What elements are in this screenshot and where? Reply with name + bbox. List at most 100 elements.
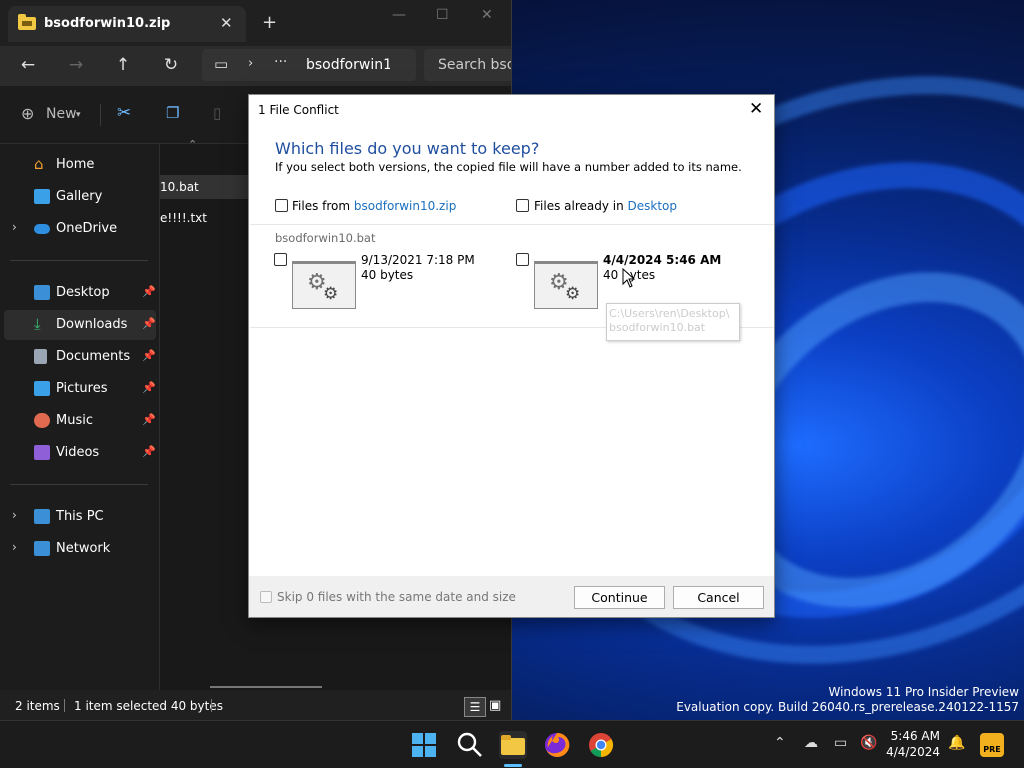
cancel-button[interactable]: Cancel bbox=[673, 586, 764, 609]
sidebar-item-videos[interactable]: Videos 📌 bbox=[4, 438, 156, 468]
pin-icon[interactable]: 📌 bbox=[142, 445, 156, 458]
destination-file-thumbnail[interactable]: ⚙ ⚙ bbox=[534, 261, 598, 309]
files-already-checkbox[interactable] bbox=[516, 199, 529, 212]
network-icon[interactable]: ▭ bbox=[834, 735, 847, 751]
sidebar-item-this-pc[interactable]: › This PC bbox=[4, 502, 156, 532]
search-box[interactable]: Search bsod bbox=[424, 49, 511, 81]
source-file-date: 9/13/2021 7:18 PM bbox=[361, 253, 475, 267]
dialog-close-icon[interactable]: ✕ bbox=[749, 99, 763, 119]
cut-icon[interactable]: ✂ bbox=[117, 103, 131, 123]
navigation-pane: ⌂ Home Gallery › OneDrive Desktop 📌 ⤓ Do… bbox=[0, 144, 160, 690]
list-item[interactable]: 10.bat bbox=[160, 175, 248, 199]
source-link[interactable]: bsodforwin10.zip bbox=[354, 199, 456, 213]
firefox-icon[interactable] bbox=[543, 731, 571, 759]
chevron-right-icon[interactable]: › bbox=[12, 508, 17, 522]
sidebar-item-label: Downloads bbox=[56, 317, 128, 332]
notification-bell-icon[interactable]: 🔔 bbox=[948, 735, 965, 751]
sidebar-item-label: Videos bbox=[56, 445, 100, 460]
divider bbox=[10, 260, 148, 261]
minimize-button[interactable]: — bbox=[392, 7, 406, 23]
address-text: bsodforwin10 bbox=[306, 57, 390, 73]
details-view-icon[interactable]: ☰ bbox=[464, 697, 486, 717]
sidebar-item-pictures[interactable]: Pictures 📌 bbox=[4, 374, 156, 404]
chevron-down-icon[interactable]: ▾ bbox=[76, 110, 81, 120]
sidebar-item-music[interactable]: Music 📌 bbox=[4, 406, 156, 436]
keep-destination-checkbox[interactable] bbox=[516, 253, 529, 266]
insider-preview-badge-icon[interactable]: PRE bbox=[980, 733, 1004, 757]
file-conflict-dialog: 1 File Conflict ✕ Which files do you wan… bbox=[248, 94, 775, 618]
dialog-title: 1 File Conflict bbox=[258, 103, 339, 117]
gear-icon: ⚙ bbox=[565, 284, 581, 304]
new-button[interactable]: New bbox=[46, 106, 77, 122]
forward-arrow-icon[interactable]: → bbox=[65, 55, 87, 75]
sidebar-item-documents[interactable]: Documents 📌 bbox=[4, 342, 156, 372]
chevron-right-icon[interactable]: › bbox=[12, 220, 17, 234]
files-from-label: Files from bsodforwin10.zip bbox=[292, 199, 457, 213]
paste-icon[interactable]: ▯ bbox=[213, 104, 221, 122]
skip-same-checkbox[interactable] bbox=[260, 591, 272, 603]
videos-icon bbox=[34, 445, 50, 460]
pin-icon[interactable]: 📌 bbox=[142, 413, 156, 426]
sidebar-item-downloads[interactable]: ⤓ Downloads 📌 bbox=[4, 310, 156, 340]
show-hidden-icons-chevron-icon[interactable]: ⌃ bbox=[774, 735, 786, 751]
sidebar-item-home[interactable]: ⌂ Home bbox=[4, 150, 156, 180]
continue-button[interactable]: Continue bbox=[574, 586, 665, 609]
windows-start-icon[interactable] bbox=[412, 733, 436, 757]
up-arrow-icon[interactable]: ↑ bbox=[112, 55, 134, 75]
system-clock[interactable]: 5:46 AM 4/4/2024 bbox=[878, 728, 940, 760]
new-tab-button[interactable]: + bbox=[262, 12, 277, 33]
tab-title: bsodforwin10.zip bbox=[44, 16, 171, 31]
pin-icon[interactable]: 📌 bbox=[142, 381, 156, 394]
pin-icon[interactable]: 📌 bbox=[142, 317, 156, 330]
source-file-thumbnail[interactable]: ⚙ ⚙ bbox=[292, 261, 356, 309]
destination-link[interactable]: Desktop bbox=[628, 199, 678, 213]
taskbar: ⌃ ☁ ▭ 🔇 5:46 AM 4/4/2024 🔔 PRE bbox=[0, 720, 1024, 768]
network-icon bbox=[34, 541, 50, 556]
sidebar-item-gallery[interactable]: Gallery bbox=[4, 182, 156, 212]
download-arrow-icon: ⤓ bbox=[34, 315, 41, 333]
tab-close-icon[interactable]: ✕ bbox=[220, 14, 233, 32]
list-item[interactable]: e!!!!.txt bbox=[160, 206, 248, 230]
pictures-icon bbox=[34, 381, 50, 396]
close-window-button[interactable]: ✕ bbox=[481, 7, 493, 23]
search-placeholder: Search bsod bbox=[438, 57, 511, 73]
volume-muted-icon[interactable]: 🔇 bbox=[860, 735, 877, 751]
files-from-source-checkbox[interactable] bbox=[275, 199, 288, 212]
copy-icon[interactable]: ❐ bbox=[166, 104, 179, 122]
address-bar[interactable]: ▭ › ··· bsodforwin10 bbox=[202, 49, 416, 81]
keep-source-checkbox[interactable] bbox=[274, 253, 287, 266]
pin-icon[interactable]: 📌 bbox=[142, 285, 156, 298]
explorer-tab[interactable]: bsodforwin10.zip ✕ bbox=[8, 6, 246, 42]
divider bbox=[64, 699, 65, 712]
sidebar-item-onedrive[interactable]: › OneDrive bbox=[4, 214, 156, 244]
chrome-icon[interactable] bbox=[587, 731, 615, 759]
sidebar-item-label: This PC bbox=[56, 509, 104, 524]
tiles-view-icon[interactable]: ▣ bbox=[489, 698, 501, 713]
clock-time: 5:46 AM bbox=[890, 729, 940, 743]
onedrive-cloud-icon bbox=[34, 224, 50, 234]
sidebar-item-network[interactable]: › Network bbox=[4, 534, 156, 564]
sidebar-item-label: OneDrive bbox=[56, 221, 118, 236]
horizontal-scrollbar[interactable] bbox=[210, 686, 322, 688]
status-bar: 2 items 1 item selected 40 bytes ☰ ▣ bbox=[0, 690, 511, 720]
file-explorer-taskbar-icon[interactable] bbox=[499, 731, 527, 759]
maximize-button[interactable]: ☐ bbox=[436, 7, 449, 23]
sort-up-icon[interactable]: ⌃ bbox=[188, 138, 197, 151]
files-already-label: Files already in Desktop bbox=[534, 199, 678, 213]
watermark-edition: Windows 11 Pro Insider Preview bbox=[828, 685, 1019, 699]
back-arrow-icon[interactable]: ← bbox=[17, 55, 39, 75]
sidebar-item-label: Home bbox=[56, 157, 95, 172]
chevron-right-icon[interactable]: › bbox=[248, 56, 253, 71]
cloud-offline-icon[interactable]: ☁ bbox=[804, 735, 818, 751]
dialog-footer: Skip 0 files with the same date and size… bbox=[249, 576, 774, 617]
active-app-indicator bbox=[504, 764, 522, 767]
sidebar-item-desktop[interactable]: Desktop 📌 bbox=[4, 278, 156, 308]
file-path-tooltip: C:\Users\ren\Desktop\ bsodforwin10.bat bbox=[606, 303, 740, 341]
source-file-size: 40 bytes bbox=[361, 268, 414, 282]
sidebar-item-label: Gallery bbox=[56, 189, 103, 204]
chevron-right-icon[interactable]: › bbox=[12, 540, 17, 554]
refresh-icon[interactable]: ↻ bbox=[160, 55, 182, 75]
search-icon[interactable] bbox=[456, 731, 484, 759]
more-breadcrumbs-icon[interactable]: ··· bbox=[274, 54, 287, 70]
pin-icon[interactable]: 📌 bbox=[142, 349, 156, 362]
